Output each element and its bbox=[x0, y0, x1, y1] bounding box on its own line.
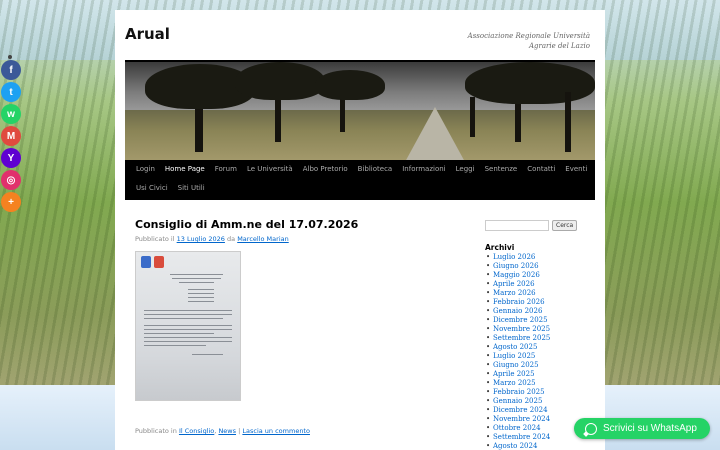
footer-separator: | bbox=[238, 427, 241, 435]
instagram-share-icon[interactable]: ◎ bbox=[1, 170, 21, 190]
sidebar: Cerca Archivi Luglio 2026Giugno 2026Magg… bbox=[485, 220, 595, 450]
search-button[interactable]: Cerca bbox=[552, 220, 578, 231]
facebook-share-icon[interactable]: f bbox=[1, 60, 21, 80]
post-date-link[interactable]: 13 Luglio 2026 bbox=[177, 235, 225, 243]
nav-item-informazioni[interactable]: Informazioni bbox=[397, 160, 450, 179]
nav-item-forum[interactable]: Forum bbox=[210, 160, 242, 179]
more-share-icon[interactable]: + bbox=[1, 192, 21, 212]
archive-link[interactable]: Dicembre 2024 bbox=[485, 406, 595, 415]
document-crest-icon bbox=[154, 256, 164, 268]
nav-row-secondary: Usi Civici Siti Utili bbox=[125, 179, 595, 198]
nav-item-usi-civici[interactable]: Usi Civici bbox=[131, 179, 173, 198]
archive-link[interactable]: Luglio 2025 bbox=[485, 352, 595, 361]
gmail-share-icon[interactable]: M bbox=[1, 126, 21, 146]
archive-link[interactable]: Marzo 2025 bbox=[485, 379, 595, 388]
nav-item-eventi[interactable]: Eventi bbox=[560, 160, 592, 179]
site-description: Associazione Regionale Università Agrari… bbox=[467, 32, 590, 50]
post-meta-by: da bbox=[227, 235, 236, 243]
document-logo-icon bbox=[141, 256, 151, 268]
archive-link[interactable]: Febbraio 2025 bbox=[485, 388, 595, 397]
archive-link[interactable]: Giugno 2026 bbox=[485, 262, 595, 271]
share-indicator-icon bbox=[8, 55, 12, 59]
post-footer: Pubblicato in Il Consiglio, News | Lasci… bbox=[135, 427, 310, 435]
search-input[interactable] bbox=[485, 220, 549, 231]
document-text-lines bbox=[144, 274, 232, 358]
archive-link[interactable]: Dicembre 2025 bbox=[485, 316, 595, 325]
archive-link[interactable]: Agosto 2024 bbox=[485, 442, 595, 450]
post-meta-prefix: Pubblicato il bbox=[135, 235, 175, 243]
whatsapp-chat-button[interactable]: Scrivici su WhatsApp bbox=[574, 418, 710, 439]
archive-link[interactable]: Aprile 2026 bbox=[485, 280, 595, 289]
post-footer-prefix: Pubblicato in bbox=[135, 427, 177, 435]
archive-link[interactable]: Settembre 2025 bbox=[485, 334, 595, 343]
archive-link[interactable]: Aprile 2025 bbox=[485, 370, 595, 379]
page-container: Arual Associazione Regionale Università … bbox=[115, 10, 605, 450]
archive-link[interactable]: Febbraio 2026 bbox=[485, 298, 595, 307]
main-navigation: Login Home Page Forum Le Università Albo Pre… bbox=[125, 160, 595, 200]
site-title[interactable]: Arual bbox=[125, 25, 170, 43]
nav-item-sentenze[interactable]: Sentenze bbox=[480, 160, 523, 179]
nav-row-primary: Login Home Page Forum Le Università Albo Pre… bbox=[125, 160, 595, 179]
archive-link[interactable]: Gennaio 2026 bbox=[485, 307, 595, 316]
nav-item-leggi[interactable]: Leggi bbox=[451, 160, 480, 179]
archive-link[interactable]: Giugno 2025 bbox=[485, 361, 595, 370]
post-document-image[interactable] bbox=[135, 251, 241, 401]
whatsapp-share-icon[interactable]: w bbox=[1, 104, 21, 124]
archive-title: Archivi bbox=[485, 243, 515, 252]
archive-link[interactable]: Marzo 2026 bbox=[485, 289, 595, 298]
twitter-share-icon[interactable]: t bbox=[1, 82, 21, 102]
leave-comment-link[interactable]: Lascia un commento bbox=[242, 427, 310, 435]
category-link-consiglio[interactable]: Il Consiglio bbox=[179, 427, 214, 435]
nav-item-login[interactable]: Login bbox=[131, 160, 160, 179]
archive-link[interactable]: Agosto 2025 bbox=[485, 343, 595, 352]
nav-item-contatti[interactable]: Contatti bbox=[522, 160, 560, 179]
archive-link[interactable]: Novembre 2025 bbox=[485, 325, 595, 334]
nav-item-albo-pretorio[interactable]: Albo Pretorio bbox=[298, 160, 353, 179]
nav-item-le-universit-[interactable]: Le Università bbox=[242, 160, 298, 179]
header-image bbox=[125, 60, 595, 160]
archive-link[interactable]: Luglio 2026 bbox=[485, 253, 595, 262]
category-link-news[interactable]: News bbox=[218, 427, 236, 435]
main-content: Consiglio di Amm.ne del 17.07.2026 Pubbl… bbox=[135, 218, 465, 435]
social-share-bar: f t w M Y ◎ + bbox=[1, 60, 21, 214]
yahoo-share-icon[interactable]: Y bbox=[1, 148, 21, 168]
whatsapp-icon bbox=[585, 422, 597, 435]
post-title[interactable]: Consiglio di Amm.ne del 17.07.2026 bbox=[135, 218, 465, 231]
whatsapp-button-label: Scrivici su WhatsApp bbox=[603, 423, 697, 434]
archive-link[interactable]: Gennaio 2025 bbox=[485, 397, 595, 406]
nav-item-siti-utili[interactable]: Siti Utili bbox=[173, 179, 210, 198]
background-sky-left bbox=[0, 385, 115, 450]
post-meta: Pubblicato il 13 Luglio 2026 da Marcello… bbox=[135, 235, 465, 243]
nav-item-biblioteca[interactable]: Biblioteca bbox=[353, 160, 398, 179]
post-author-link[interactable]: Marcello Marian bbox=[237, 235, 289, 243]
archive-link[interactable]: Maggio 2026 bbox=[485, 271, 595, 280]
search-form: Cerca bbox=[485, 220, 595, 231]
nav-item-home-page[interactable]: Home Page bbox=[160, 160, 210, 179]
